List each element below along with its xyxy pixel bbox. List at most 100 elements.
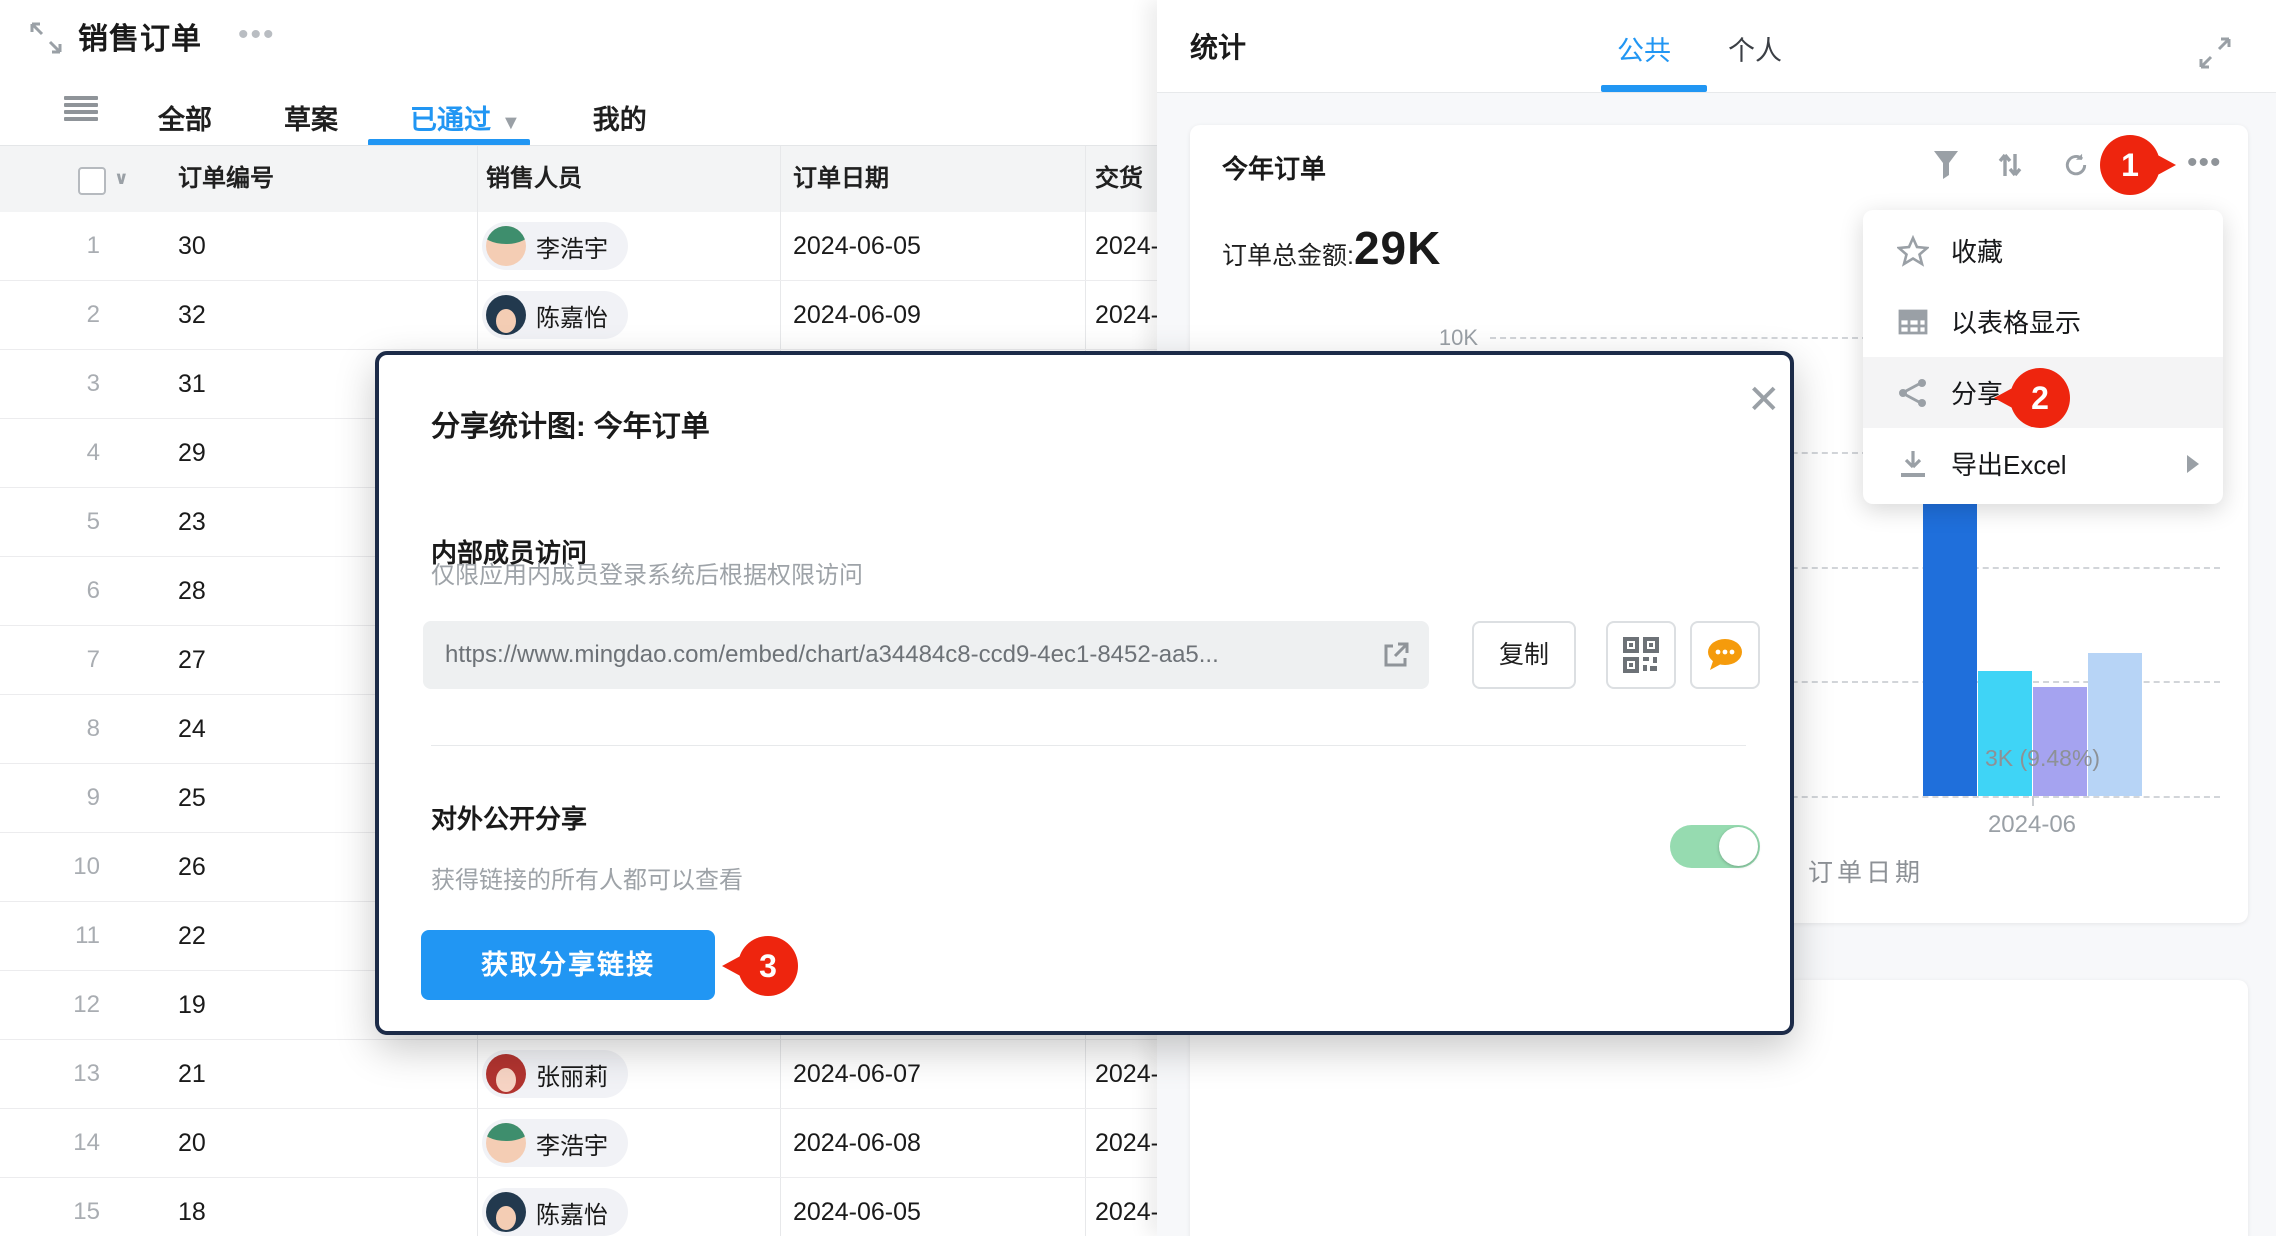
x-axis-title: 订单日期 [1808,853,1924,889]
row-index: 10 [30,833,100,901]
embed-url-field[interactable]: https://www.mingdao.com/embed/chart/a344… [423,621,1429,689]
cell-order-no[interactable]: 29 [178,419,206,487]
metric-label: 订单总金额: [1222,236,1354,272]
menu-item-label: 导出Excel [1951,445,2187,482]
cell-order-no[interactable]: 26 [178,833,206,901]
expand-panel-icon[interactable] [2196,34,2234,72]
menu-item-label: 分享 [1951,374,2199,411]
tab-caret-icon[interactable]: ▼ [501,112,521,134]
cell-order-date[interactable]: 2024-06-08 [793,1109,921,1177]
public-share-desc: 获得链接的所有人都可以查看 [431,860,743,895]
row-index: 7 [30,626,100,694]
bar-2[interactable] [1978,671,2032,796]
qr-code-button[interactable] [1606,621,1676,689]
cell-order-no[interactable]: 23 [178,488,206,556]
filter-icon[interactable] [1933,150,1959,180]
row-index: 11 [30,902,100,970]
table-row[interactable]: 13 21 张丽莉2024-06-072024-0 [0,1040,1157,1109]
col-header-salesperson[interactable]: 销售人员 [486,146,582,212]
feedback-chat-button[interactable] [1690,621,1760,689]
internal-access-desc: 仅限应用内成员登录系统后根据权限访问 [431,555,863,590]
col-header-order-no[interactable]: 订单编号 [178,146,274,212]
qr-code-icon [1623,637,1659,673]
col-header-delivery-date[interactable]: 交货日期 [1095,146,1157,212]
salesperson-name: 李浩宇 [536,1126,608,1161]
cell-order-no[interactable]: 25 [178,764,206,832]
row-index: 4 [30,419,100,487]
tab-personal[interactable]: 个人 [1728,29,1782,68]
row-index: 8 [30,695,100,763]
cell-order-no[interactable]: 30 [178,212,206,280]
cell-salesperson[interactable]: 陈嘉怡 [482,291,628,339]
step-badge-3: 3 [738,936,798,996]
menu-item-4[interactable]: 导出Excel [1863,428,2223,499]
bar-4[interactable] [2088,653,2142,796]
cell-order-no[interactable]: 28 [178,557,206,625]
statistics-header: 统计 公共 个人 [1157,0,2276,93]
cell-order-date[interactable]: 2024-06-07 [793,1040,921,1108]
cell-salesperson[interactable]: 李浩宇 [482,1119,628,1167]
cell-salesperson[interactable]: 张丽莉 [482,1050,628,1098]
chart-title: 今年订单 [1222,149,1326,186]
card-more-icon[interactable]: ••• [2187,150,2221,180]
chart-context-menu: 收藏 以表格显示 分享 导出Excel [1863,210,2223,504]
view-tabs: 全部 草案 已通过▼ 我的 [150,94,655,138]
view-tab-4[interactable]: 我的 [585,94,655,138]
salesperson-name: 李浩宇 [536,229,608,264]
view-list-icon[interactable] [64,96,98,122]
cell-order-no[interactable]: 24 [178,695,206,763]
cell-order-no[interactable]: 21 [178,1040,206,1108]
menu-item-2[interactable]: 以表格显示 [1863,286,2223,357]
collapse-view-icon[interactable] [28,20,64,56]
avatar [486,1054,526,1094]
select-all-checkbox[interactable] [78,167,106,195]
cell-order-date[interactable]: 2024-06-05 [793,1178,921,1236]
header-chevron-icon[interactable]: ∨ [114,146,129,212]
table-row[interactable]: 14 20 李浩宇2024-06-082024-0 [0,1109,1157,1178]
menu-item-1[interactable]: 收藏 [1863,215,2223,286]
download-icon [1897,448,1951,480]
salesperson-name: 陈嘉怡 [536,1195,608,1230]
bar-3[interactable] [2033,687,2087,796]
sheet-more-icon[interactable]: ••• [238,18,276,52]
cell-salesperson[interactable]: 陈嘉怡 [482,1188,628,1236]
menu-item-label: 收藏 [1951,232,2199,269]
copy-button[interactable]: 复制 [1472,621,1576,689]
table-row[interactable]: 15 18 陈嘉怡2024-06-052024-0 [0,1178,1157,1236]
share-chart-modal: 分享统计图: 今年订单 ✕ 内部成员访问 仅限应用内成员登录系统后根据权限访问 … [375,351,1794,1035]
submenu-arrow-icon [2187,455,2199,473]
step-badge-2: 2 [2010,368,2070,428]
avatar [486,295,526,335]
tab-public[interactable]: 公共 [1617,29,1671,68]
col-header-order-date[interactable]: 订单日期 [793,146,889,212]
cell-order-date[interactable]: 2024-06-09 [793,281,921,349]
close-icon[interactable]: ✕ [1747,377,1781,423]
table-row[interactable]: 2 32 陈嘉怡2024-06-092024-0 [0,281,1157,350]
cell-order-no[interactable]: 20 [178,1109,206,1177]
open-link-icon[interactable] [1381,640,1411,670]
row-index: 5 [30,488,100,556]
row-index: 3 [30,350,100,418]
embed-url-text: https://www.mingdao.com/embed/chart/a344… [445,641,1381,669]
modal-title: 分享统计图: 今年订单 [431,403,710,445]
table-icon [1897,306,1951,338]
table-row[interactable]: 1 30 李浩宇2024-06-052024-0 [0,212,1157,281]
order-total-metric: 订单总金额: 29K [1222,221,1441,275]
cell-order-no[interactable]: 31 [178,350,206,418]
cell-order-date[interactable]: 2024-06-05 [793,212,921,280]
cell-order-no[interactable]: 18 [178,1178,206,1236]
view-tab-3[interactable]: 已通过▼ [402,94,529,138]
cell-order-no[interactable]: 27 [178,626,206,694]
toggle-knob [1719,827,1758,866]
view-tab-1[interactable]: 全部 [150,94,220,138]
cell-salesperson[interactable]: 李浩宇 [482,222,628,270]
refresh-icon[interactable] [2063,150,2089,180]
cell-order-no[interactable]: 32 [178,281,206,349]
salesperson-name: 陈嘉怡 [536,298,608,333]
cell-order-no[interactable]: 22 [178,902,206,970]
view-tab-2[interactable]: 草案 [276,94,346,138]
sort-icon[interactable] [1997,150,2023,180]
public-share-toggle[interactable] [1670,825,1760,868]
get-share-link-button[interactable]: 获取分享链接 [421,930,715,1000]
cell-order-no[interactable]: 19 [178,971,206,1039]
